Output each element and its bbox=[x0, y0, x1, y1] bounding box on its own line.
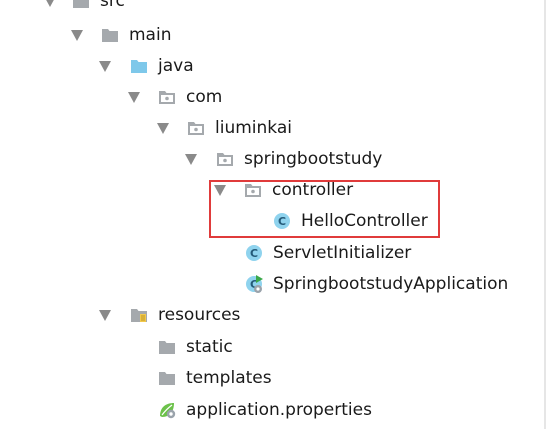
package-icon bbox=[159, 91, 175, 104]
tree-node-springbootstudy[interactable]: springbootstudy bbox=[0, 145, 546, 173]
tree-node-liuminkai[interactable]: liuminkai bbox=[0, 114, 546, 142]
spring-properties-icon bbox=[160, 403, 176, 419]
expand-arrow-icon[interactable] bbox=[157, 123, 169, 134]
tree-node-templates[interactable]: templates bbox=[0, 364, 546, 392]
expand-arrow-icon[interactable] bbox=[128, 92, 140, 103]
project-tree: src main java com liuminkai springbootst… bbox=[0, 0, 546, 429]
package-icon bbox=[188, 122, 204, 135]
tree-node-application-properties[interactable]: application.properties bbox=[0, 396, 546, 424]
tree-node-src[interactable]: src bbox=[0, 0, 546, 15]
tree-node-main[interactable]: main bbox=[0, 21, 546, 49]
folder-icon bbox=[73, 0, 89, 8]
expand-arrow-icon[interactable] bbox=[71, 30, 83, 41]
spring-boot-class-icon: C bbox=[246, 275, 263, 293]
class-badge-letter: C bbox=[250, 247, 258, 260]
tree-node-resources[interactable]: resources bbox=[0, 301, 546, 329]
expand-arrow-icon[interactable] bbox=[99, 61, 111, 72]
folder-icon bbox=[159, 372, 175, 385]
source-folder-icon bbox=[131, 60, 147, 73]
folder-icon bbox=[159, 341, 175, 354]
class-icon: C bbox=[246, 245, 262, 261]
expand-arrow-icon[interactable] bbox=[44, 0, 56, 7]
expand-arrow-icon[interactable] bbox=[99, 310, 111, 321]
tree-node-static[interactable]: static bbox=[0, 333, 546, 361]
tree-node-java[interactable]: java bbox=[0, 52, 546, 80]
folder-icon bbox=[102, 29, 118, 42]
tree-node-springbootstudy-application[interactable]: C SpringbootstudyApplication bbox=[0, 270, 546, 298]
tree-node-servlet-initializer[interactable]: C ServletInitializer bbox=[0, 239, 546, 267]
expand-arrow-icon[interactable] bbox=[185, 154, 197, 165]
package-icon bbox=[217, 153, 233, 166]
tree-node-com[interactable]: com bbox=[0, 83, 546, 111]
resources-folder-icon bbox=[131, 309, 147, 322]
highlight-box bbox=[209, 180, 440, 238]
